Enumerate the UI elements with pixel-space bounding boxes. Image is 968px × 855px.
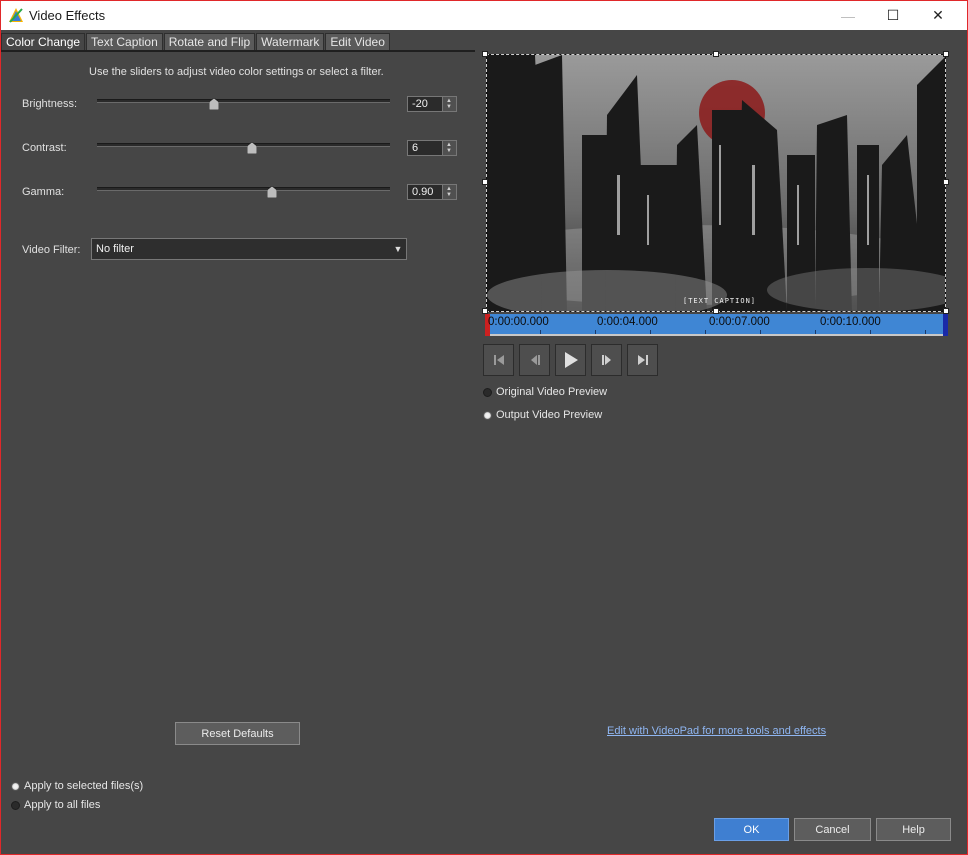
timeline-label: 0:00:00.000: [488, 316, 549, 328]
timeline-scrubber[interactable]: 0:00:00.000 0:00:04.000 0:00:07.000 0:00…: [485, 314, 948, 336]
timeline-tick: [705, 330, 706, 334]
contrast-input[interactable]: 6 ▲ ▼: [407, 140, 457, 156]
skip-to-end-button[interactable]: [627, 344, 658, 376]
brightness-slider[interactable]: [97, 99, 390, 103]
instructions-text: Use the sliders to adjust video color se…: [89, 66, 384, 78]
contrast-spin-buttons[interactable]: ▲ ▼: [442, 141, 456, 155]
tab-color-change[interactable]: Color Change: [1, 33, 86, 51]
video-filter-dropdown[interactable]: No filter ▼: [91, 238, 407, 260]
skip-to-start-icon: [493, 355, 504, 365]
brightness-slider-thumb[interactable]: [209, 98, 220, 110]
contrast-value: 6: [412, 142, 419, 154]
video-filter-value: No filter: [96, 243, 134, 255]
tab-text-caption[interactable]: Text Caption: [86, 33, 163, 51]
gamma-slider[interactable]: [97, 187, 390, 191]
play-button[interactable]: [555, 344, 586, 376]
resize-handle[interactable]: [482, 179, 488, 185]
timeline-tick: [870, 330, 871, 334]
brightness-input[interactable]: -20 ▲ ▼: [407, 96, 457, 112]
maximize-button[interactable]: ☐: [870, 1, 916, 30]
caption-overlay-text: [TEXT CAPTION]: [683, 297, 757, 305]
chevron-down-icon: ▼: [393, 244, 403, 254]
brightness-value: -20: [412, 98, 428, 110]
help-button[interactable]: Help: [876, 818, 951, 841]
brightness-label: Brightness:: [22, 98, 78, 110]
video-filter-label: Video Filter:: [22, 244, 81, 256]
original-preview-radio[interactable]: [483, 388, 492, 397]
gamma-spin-buttons[interactable]: ▲ ▼: [442, 185, 456, 199]
step-back-icon: [530, 355, 540, 365]
skip-to-start-button[interactable]: [483, 344, 514, 376]
resize-handle[interactable]: [943, 51, 949, 57]
gamma-input[interactable]: 0.90 ▲ ▼: [407, 184, 457, 200]
tab-divider: [1, 50, 475, 52]
tab-edit-video[interactable]: Edit Video: [325, 33, 390, 51]
gamma-value: 0.90: [412, 186, 434, 198]
edit-with-videopad-link[interactable]: Edit with VideoPad for more tools and ef…: [607, 725, 826, 737]
video-preview[interactable]: [TEXT CAPTION]: [486, 54, 946, 312]
play-icon: [564, 352, 578, 368]
contrast-slider-thumb[interactable]: [247, 142, 258, 154]
tab-rotate-and-flip[interactable]: Rotate and Flip: [163, 33, 256, 51]
video-effects-dialog: Video Effects — ☐ ✕ Color Change Text Ca…: [0, 0, 968, 855]
timeline-tick: [650, 330, 651, 334]
close-button[interactable]: ✕: [915, 1, 961, 30]
gamma-slider-thumb[interactable]: [266, 186, 277, 198]
contrast-label: Contrast:: [22, 142, 67, 154]
resize-handle[interactable]: [713, 51, 719, 57]
app-icon: [9, 8, 23, 23]
tab-watermark[interactable]: Watermark: [256, 33, 325, 51]
timeline-label: 0:00:04.000: [597, 316, 658, 328]
output-preview-label[interactable]: Output Video Preview: [496, 409, 602, 421]
resize-handle[interactable]: [943, 179, 949, 185]
timeline-end-marker[interactable]: [943, 314, 948, 336]
apply-all-radio[interactable]: [11, 801, 20, 810]
cancel-button[interactable]: Cancel: [794, 818, 871, 841]
timeline-tick: [540, 330, 541, 334]
apply-selected-label[interactable]: Apply to selected files(s): [24, 780, 143, 792]
timeline-label: 0:00:07.000: [709, 316, 770, 328]
output-preview-radio[interactable]: [483, 411, 492, 420]
tab-bar: Color Change Text Caption Rotate and Fli…: [1, 33, 391, 51]
window-title: Video Effects: [29, 8, 106, 23]
title-bar: Video Effects — ☐ ✕: [1, 1, 967, 30]
timeline-tick: [815, 330, 816, 334]
step-back-button[interactable]: [519, 344, 550, 376]
minimize-button[interactable]: —: [825, 1, 871, 30]
step-forward-button[interactable]: [591, 344, 622, 376]
original-preview-label[interactable]: Original Video Preview: [496, 386, 607, 398]
skip-to-end-icon: [637, 355, 648, 365]
ok-button[interactable]: OK: [714, 818, 789, 841]
timeline-tick: [925, 330, 926, 334]
reset-defaults-button[interactable]: Reset Defaults: [175, 722, 300, 745]
apply-selected-radio[interactable]: [11, 782, 20, 791]
video-frame-image: [487, 55, 945, 311]
timeline-tick: [595, 330, 596, 334]
step-forward-icon: [601, 355, 611, 365]
resize-handle[interactable]: [482, 51, 488, 57]
gamma-label: Gamma:: [22, 186, 65, 198]
contrast-slider[interactable]: [97, 143, 390, 147]
apply-all-label[interactable]: Apply to all files: [24, 799, 100, 811]
timeline-tick: [760, 330, 761, 334]
brightness-spin-buttons[interactable]: ▲ ▼: [442, 97, 456, 111]
timeline-label: 0:00:10.000: [820, 316, 881, 328]
